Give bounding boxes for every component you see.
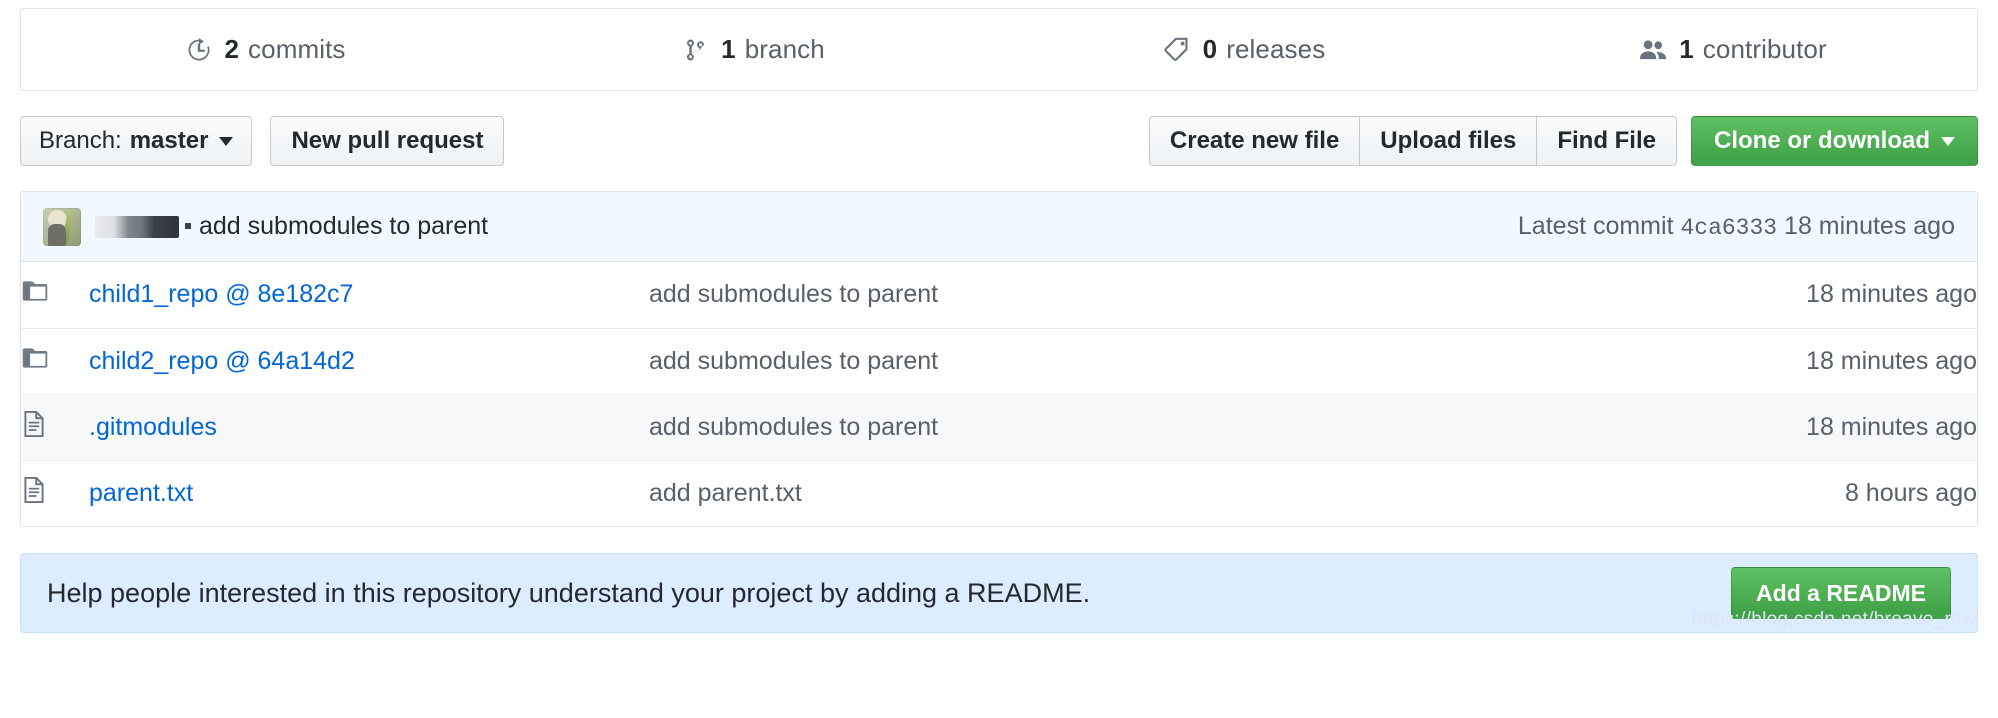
watermark: https://blog.csdn.net/breavo_raw xyxy=(1691,609,1976,630)
submodule-icon xyxy=(21,344,49,372)
commit-age-cell: 18 minutes ago xyxy=(1677,393,1977,460)
file-name-cell: .gitmodules xyxy=(89,393,649,460)
commit-age-cell: 18 minutes ago xyxy=(1677,327,1977,394)
file-name-cell: child1_repo @ 8e182c7 xyxy=(89,262,649,328)
summary-item-releases[interactable]: 0 releases xyxy=(999,9,1488,90)
releases-label: releases xyxy=(1226,34,1326,64)
redacted-author-name xyxy=(95,215,179,238)
chevron-down-icon xyxy=(1941,136,1955,146)
commit-message-cell[interactable]: add parent.txt xyxy=(649,459,1677,526)
create-new-file-button[interactable]: Create new file xyxy=(1148,116,1360,166)
file-table: child1_repo @ 8e182c7 add submodules to … xyxy=(21,262,1977,526)
contributors-count: 1 xyxy=(1679,34,1694,64)
summary-item-branches[interactable]: 1 branch xyxy=(510,9,999,90)
branch-select-label: Branch: xyxy=(39,127,122,154)
latest-commit-author-area: add submodules to parent xyxy=(43,207,488,246)
repository-page: 2 commits 1 branch 0 releases 1 contribu… xyxy=(0,8,1998,633)
commit-message-cell[interactable]: add submodules to parent xyxy=(649,262,1677,328)
file-link[interactable]: .gitmodules xyxy=(89,413,217,441)
table-row[interactable]: .gitmodules add submodules to parent 18 … xyxy=(21,393,1977,460)
latest-commit-prefix: Latest commit xyxy=(1517,212,1674,240)
latest-commit-age: 18 minutes ago xyxy=(1784,212,1955,240)
tag-icon xyxy=(1162,36,1192,64)
commits-label: commits xyxy=(248,34,346,64)
submodule-icon xyxy=(21,277,49,305)
file-icon-cell xyxy=(21,327,89,394)
file-icon xyxy=(21,410,47,438)
contributors-label: contributor xyxy=(1702,34,1827,64)
branches-label: branch xyxy=(744,34,825,64)
latest-commit-meta: Latest commit 4ca6333 18 minutes ago xyxy=(1518,212,1955,241)
git-branch-icon xyxy=(684,36,710,64)
avatar xyxy=(43,207,81,246)
history-icon xyxy=(185,36,213,64)
commits-count: 2 xyxy=(224,34,240,64)
find-file-button[interactable]: Find File xyxy=(1536,116,1677,166)
file-icon-cell xyxy=(21,393,89,460)
file-name-cell: child2_repo @ 64a14d2 xyxy=(89,327,649,394)
commit-age-cell: 18 minutes ago xyxy=(1677,262,1977,328)
chevron-down-icon xyxy=(219,136,234,146)
clone-or-download-label: Clone or download xyxy=(1714,127,1930,154)
add-readme-text: Help people interested in this repositor… xyxy=(47,577,1091,608)
table-row[interactable]: parent.txt add parent.txt 8 hours ago xyxy=(21,459,1977,526)
commit-age-cell: 8 hours ago xyxy=(1677,459,1977,526)
file-link[interactable]: parent.txt xyxy=(89,479,193,507)
table-row[interactable]: child2_repo @ 64a14d2 add submodules to … xyxy=(21,327,1977,394)
summary-item-commits[interactable]: 2 commits xyxy=(21,9,510,90)
branch-select-value: master xyxy=(129,127,209,154)
upload-files-button[interactable]: Upload files xyxy=(1359,116,1537,166)
new-pull-request-button[interactable]: New pull request xyxy=(270,116,505,166)
branches-count: 1 xyxy=(721,34,736,64)
summary-item-contributors[interactable]: 1 contributor xyxy=(1488,9,1977,90)
add-readme-banner: Help people interested in this repositor… xyxy=(20,553,1978,633)
commit-message-cell[interactable]: add submodules to parent xyxy=(649,393,1677,460)
clone-or-download-button[interactable]: Clone or download xyxy=(1691,116,1978,166)
people-icon xyxy=(1638,36,1668,64)
file-name-cell: parent.txt xyxy=(89,459,649,526)
file-navigation-toolbar: Branch: master New pull request Create n… xyxy=(20,116,1978,166)
releases-count: 0 xyxy=(1202,34,1218,64)
redacted-author-dot xyxy=(185,223,191,229)
file-link[interactable]: child2_repo @ 64a14d2 xyxy=(89,347,355,375)
file-buttons-group: Create new file Upload files Find File xyxy=(1148,116,1677,166)
latest-commit-message[interactable]: add submodules to parent xyxy=(199,212,488,241)
repository-summary-bar: 2 commits 1 branch 0 releases 1 contribu… xyxy=(20,8,1978,91)
file-icon-cell xyxy=(21,262,89,328)
file-link[interactable]: child1_repo @ 8e182c7 xyxy=(89,280,353,308)
file-icon-cell xyxy=(21,459,89,526)
file-actions-group: Create new file Upload files Find File C… xyxy=(1148,116,1978,166)
table-row[interactable]: child1_repo @ 8e182c7 add submodules to … xyxy=(21,262,1977,328)
branch-select-button[interactable]: Branch: master xyxy=(20,116,253,166)
latest-commit-bar: add submodules to parent Latest commit 4… xyxy=(21,192,1977,262)
file-listing-container: add submodules to parent Latest commit 4… xyxy=(20,191,1978,527)
commit-message-cell[interactable]: add submodules to parent xyxy=(649,327,1677,394)
latest-commit-sha[interactable]: 4ca6333 xyxy=(1680,215,1777,241)
file-icon xyxy=(21,476,47,504)
